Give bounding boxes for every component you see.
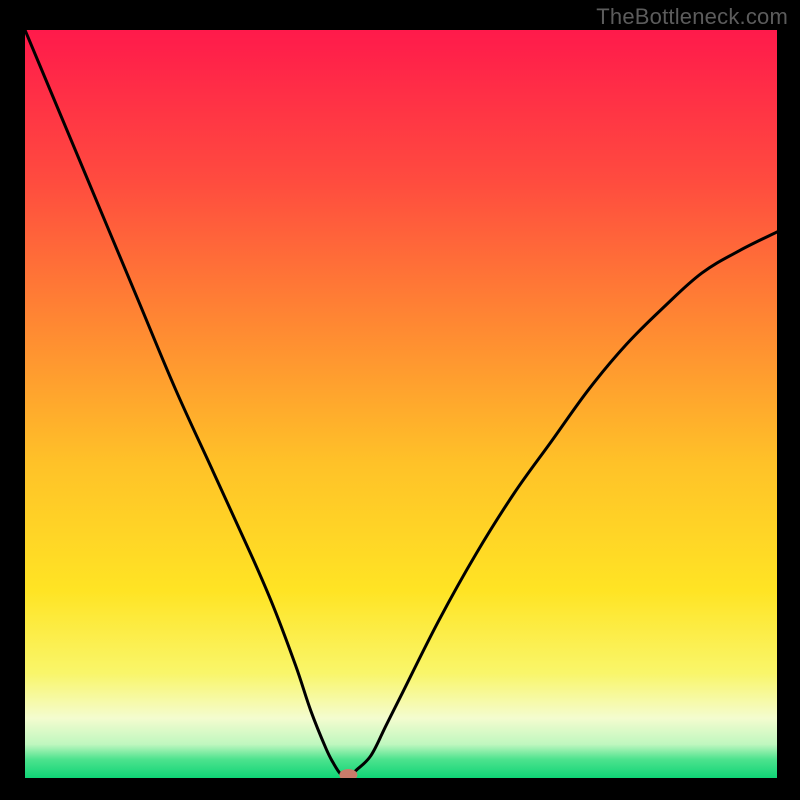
chart-background	[25, 30, 777, 778]
watermark-text: TheBottleneck.com	[596, 4, 788, 30]
chart-frame: TheBottleneck.com	[0, 0, 800, 800]
chart-plot-area	[25, 30, 777, 778]
chart-svg	[25, 30, 777, 778]
